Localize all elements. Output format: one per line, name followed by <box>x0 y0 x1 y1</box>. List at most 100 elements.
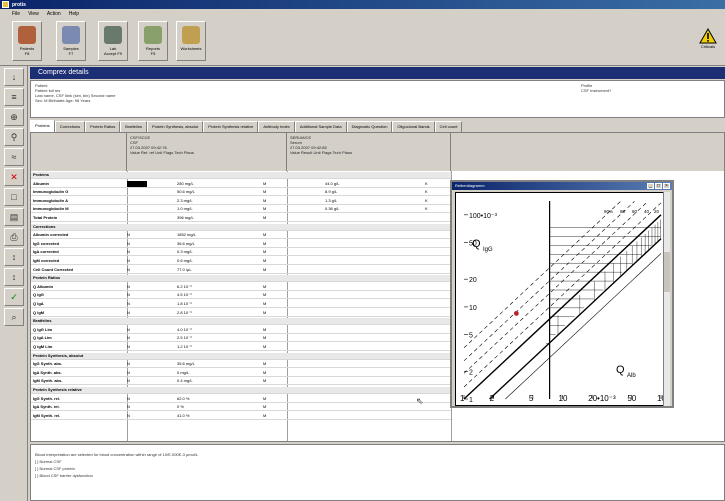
table-row[interactable]: IgA corrected N 0.3 mg/L M <box>31 249 451 257</box>
search-button[interactable]: ⚲ <box>4 128 24 146</box>
tab-protein-ratios[interactable]: Protein Ratios <box>85 121 121 132</box>
table-row[interactable]: Q Albumin N 6.2 10⁻³ M <box>31 284 451 291</box>
table-row[interactable]: Q IgA N 1.8 10⁻³ M <box>31 301 451 308</box>
row-name: IgG corrected <box>33 240 60 246</box>
notes-option-2[interactable]: [ ] Normal CSF protein <box>35 465 720 472</box>
group-row: Protein Ratios <box>31 275 451 283</box>
list-button[interactable]: ≡ <box>4 88 24 106</box>
menu-view[interactable]: View <box>28 11 39 18</box>
notes-option-1[interactable]: [ ] Normal CSF <box>35 458 720 465</box>
csf-value: 1.2 10⁻³ <box>177 344 192 349</box>
table-row[interactable]: Q IgM Lim N 1.2 10⁻³ M <box>31 344 451 351</box>
table-row[interactable]: IgA Synth. rel. N 0 % M <box>31 404 451 412</box>
lab-accept-button[interactable]: Lab Accept F9 <box>98 21 128 61</box>
csf-status: M <box>263 369 267 375</box>
tab-proteins[interactable]: Proteins <box>30 120 55 132</box>
table-row[interactable]: Immunoglobulin A 2.3 mg/L M 1.3 g/L K <box>31 198 451 205</box>
tab-protein-synthesis-relative[interactable]: Protein Synthesis relative <box>203 121 259 132</box>
csf-value: 2.8 10⁻³ <box>177 309 192 315</box>
table-row[interactable]: Albumin corrected N 1852 mg/L M <box>31 232 451 240</box>
tab-additional-sample-data[interactable]: Additional Sample Data <box>294 121 347 132</box>
criticals-button[interactable]: Criticals <box>695 28 721 62</box>
table-row[interactable]: Immunoglobulin M 1.0 mg/L M 0.36 g/L K <box>31 206 451 214</box>
flag-text: N <box>127 412 130 418</box>
grid-header: CSF/SCCE CSF 27.03.2007 09:42:76 Value R… <box>31 133 724 171</box>
flag-text: N <box>127 249 130 255</box>
tab-diagnostic-question[interactable]: Diagnostic Question <box>346 121 393 132</box>
accept-button[interactable]: ✓ <box>4 288 24 306</box>
flag-text: N <box>127 344 130 349</box>
y-tick-label: 2 <box>469 369 473 376</box>
table-row[interactable]: Q IgA Lim N 2.5 10⁻³ M <box>31 335 451 343</box>
row-name: Immunoglobulin G <box>33 189 69 195</box>
table-row[interactable]: IgG Synth. abs. N 35.6 mg/L M <box>31 361 451 369</box>
table-row[interactable]: IgG Synth. rel. N 62.0 % M <box>31 396 451 403</box>
tab-corrections[interactable]: Corrections <box>54 121 86 132</box>
row-name: Bratfelins <box>33 318 52 324</box>
table-row[interactable]: Immunoglobulin G 50.6 mg/L M 8.9 g/L K <box>31 189 451 197</box>
table-row[interactable]: IgG corrected N 36.6 mg/L M <box>31 241 451 248</box>
reports-button[interactable]: Reports F5 <box>138 21 168 61</box>
add-button[interactable]: ⊕ <box>4 108 24 126</box>
table-row[interactable]: IgM corrected N 0.6 mg/L M <box>31 258 451 265</box>
percent-label: 40 <box>644 209 650 214</box>
table-row[interactable]: Q IgG N 4.5 10⁻³ M <box>31 292 451 300</box>
row-name: Q IgG <box>33 292 44 298</box>
approx-button[interactable]: ≈ <box>4 148 24 166</box>
table-row[interactable]: IgM Synth. rel. N 41.0 % M <box>31 413 451 420</box>
samples-key: F7 <box>68 51 74 56</box>
maximize-icon[interactable]: □ <box>655 183 662 189</box>
reiber-title-bar[interactable]: Reiberdiagramm _ □ × <box>452 182 672 190</box>
section-title: Comprex details <box>38 69 89 76</box>
print-button[interactable]: ⎙ <box>4 228 24 246</box>
table-row[interactable]: Total Protein 396 mg/L M <box>31 215 451 222</box>
patients-key: F8 <box>24 51 30 56</box>
csf-value: 1.0 mg/L <box>177 206 193 212</box>
csf-status: M <box>263 309 267 315</box>
row-name: IgM Synth. abs. <box>33 378 63 384</box>
table-row[interactable]: Cell Count Corrected N 77.0 /µL M <box>31 267 451 274</box>
csf-status: M <box>263 180 267 186</box>
tab-protein-synthesis-absolut[interactable]: Protein Synthesis, absolut <box>146 121 204 132</box>
patients-button[interactable]: Patients F8 <box>12 21 42 61</box>
reiber-scroll-thumb[interactable] <box>664 252 670 292</box>
delete-button[interactable]: ✕ <box>4 168 24 186</box>
tab-antibody-index[interactable]: Antibody Index <box>258 121 295 132</box>
table-row[interactable]: Q IgG Lim N 4.0 10⁻³ M <box>31 327 451 334</box>
menu-file[interactable]: File <box>12 11 20 18</box>
close-icon[interactable]: × <box>663 183 670 189</box>
menu-help[interactable]: Help <box>69 11 79 18</box>
reiber-diagram-window[interactable]: Reiberdiagramm _ □ × 100•10⁻³ 50 20 10 5 2 1 1 2… <box>450 180 674 408</box>
row-name: Immunoglobulin M <box>33 206 69 212</box>
worksheets-button[interactable]: Worksheets <box>176 21 206 61</box>
csf-status: M <box>263 249 267 255</box>
menu-action[interactable]: Action <box>47 11 61 18</box>
reiber-chart: 100•10⁻³5020105211251020•10⁻³5010090%806… <box>460 201 671 404</box>
table-row[interactable]: Q IgM N 2.8 10⁻³ M <box>31 310 451 317</box>
csf-status: M <box>263 326 267 332</box>
notes-option-3[interactable]: [ ] Blood CSF barrier dysfunction <box>35 472 720 479</box>
table-button[interactable]: ▤ <box>4 208 24 226</box>
csf-status: M <box>263 412 267 418</box>
table-row[interactable]: IgM Synth. abs. N 0.4 mg/L M <box>31 378 451 386</box>
nav-down-button[interactable]: ↓ <box>4 68 24 86</box>
tab-bratfelins[interactable]: Bratfelins <box>120 121 147 132</box>
table-row[interactable]: Albumin 280 mg/L M 44.0 g/L K <box>31 180 451 188</box>
table-row[interactable]: IgA Synth. abs. N 0 mg/L M <box>31 370 451 377</box>
tab-cell-count[interactable]: Cell count <box>434 121 463 132</box>
move-up-button[interactable]: ↕ <box>4 248 24 266</box>
flag-text: N <box>127 395 130 401</box>
samples-button[interactable]: Samples F7 <box>56 21 86 61</box>
reiber-curve <box>463 201 649 374</box>
header-serum-col: SERUM/CE Serum 27.03.2007 09:42:85 Value… <box>287 133 451 171</box>
minimize-icon[interactable]: _ <box>647 183 654 189</box>
x-tick-label: 1 <box>460 394 465 403</box>
row-name: Total Protein <box>33 215 58 220</box>
flag-text: N <box>127 232 130 238</box>
zoom-button[interactable]: ⌕ <box>4 308 24 326</box>
new-button[interactable]: □ <box>4 188 24 206</box>
flag-text: N <box>127 301 130 306</box>
reiber-scrollbar[interactable] <box>663 192 670 406</box>
tab-oligoclonal-bands[interactable]: Oligoclonal Bands <box>392 121 435 132</box>
move-down-button[interactable]: ↕ <box>4 268 24 286</box>
